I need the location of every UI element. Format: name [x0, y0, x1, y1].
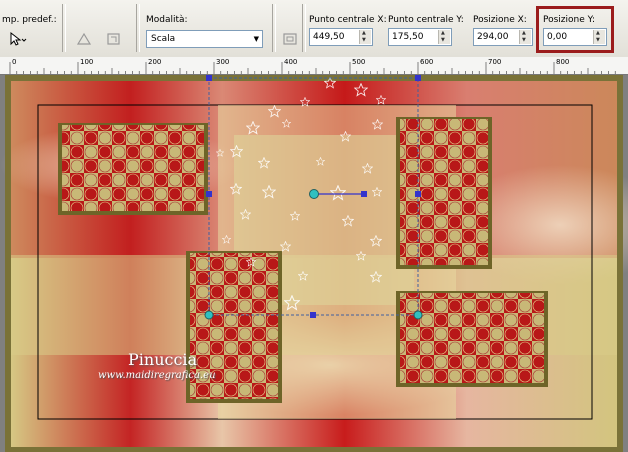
- horizontal-ruler: 0 100 200 300 400 500 600 700 800: [0, 57, 628, 75]
- toolbar-separator: [272, 4, 276, 52]
- position-x-stepper[interactable]: ▲ ▼: [519, 30, 531, 44]
- pointer-preset-dropdown[interactable]: [6, 30, 28, 48]
- watermark-name: Pinuccia: [128, 350, 198, 369]
- chevron-down-icon: ▼: [253, 35, 259, 43]
- ruler-label: 700: [488, 58, 502, 66]
- position-y-field[interactable]: 0,00 ▲ ▼: [543, 28, 607, 46]
- center-y-stepper[interactable]: ▲ ▼: [438, 30, 450, 44]
- position-y-label: Posizione Y:: [543, 15, 595, 25]
- toolbar-separator: [62, 4, 66, 52]
- center-x-field[interactable]: 449,50 ▲ ▼: [309, 28, 373, 46]
- position-x-value: 294,00: [477, 32, 509, 42]
- ruler-label: 400: [284, 58, 298, 66]
- rotation-handle: [413, 310, 423, 320]
- mode-label: Modalità:: [146, 15, 188, 25]
- mode-select[interactable]: Scala ▼: [146, 30, 263, 48]
- resize-handle: [206, 75, 212, 81]
- pivot-handle: [309, 189, 319, 199]
- flip-icon[interactable]: [74, 30, 94, 48]
- resize-handle: [206, 191, 212, 197]
- toolbar-separator: [302, 4, 306, 52]
- rotation-handle: [204, 310, 214, 320]
- resize-handle: [415, 75, 421, 81]
- resize-handle: [310, 312, 316, 318]
- position-y-value: 0,00: [547, 32, 568, 42]
- ruler-label: 100: [80, 58, 94, 66]
- ruler-label: 500: [352, 58, 366, 66]
- center-y-field[interactable]: 175,50 ▲ ▼: [388, 28, 452, 46]
- checker-tile: [396, 291, 548, 387]
- mode-select-value: Scala: [151, 34, 176, 44]
- watermark-site: www.maidiregrafica.eu: [98, 370, 216, 381]
- center-x-label: Punto centrale X:: [309, 15, 387, 25]
- ruler-label: 300: [216, 58, 230, 66]
- rotation-arm-handle: [361, 191, 367, 197]
- reset-transform-icon[interactable]: [280, 30, 300, 48]
- resize-handle: [415, 191, 421, 197]
- ruler-label: 600: [420, 58, 434, 66]
- position-x-field[interactable]: 294,00 ▲ ▼: [473, 28, 533, 46]
- checker-tile: [58, 123, 208, 215]
- center-x-stepper[interactable]: ▲ ▼: [359, 30, 371, 44]
- checker-tile: [396, 117, 492, 269]
- center-x-value: 449,50: [313, 32, 345, 42]
- ruler-label: 0: [12, 58, 17, 66]
- ruler-label: 800: [556, 58, 570, 66]
- preset-label: mp. predef.:: [2, 15, 57, 25]
- image-canvas[interactable]: [0, 75, 628, 452]
- ruler-ticks: [9, 62, 616, 74]
- pointer-icon: [10, 31, 27, 46]
- center-y-value: 175,50: [392, 32, 424, 42]
- position-y-stepper[interactable]: ▲ ▼: [593, 30, 605, 44]
- mirror-icon[interactable]: [104, 30, 124, 48]
- ruler-label: 200: [148, 58, 162, 66]
- canvas-area[interactable]: Pinuccia www.maidiregrafica.eu: [0, 75, 628, 452]
- position-x-label: Posizione X:: [473, 15, 527, 25]
- tool-options-toolbar: mp. predef.: Modalità: Scala ▼ Punto cen…: [0, 0, 628, 58]
- center-y-label: Punto centrale Y:: [388, 15, 464, 25]
- toolbar-separator: [136, 4, 140, 52]
